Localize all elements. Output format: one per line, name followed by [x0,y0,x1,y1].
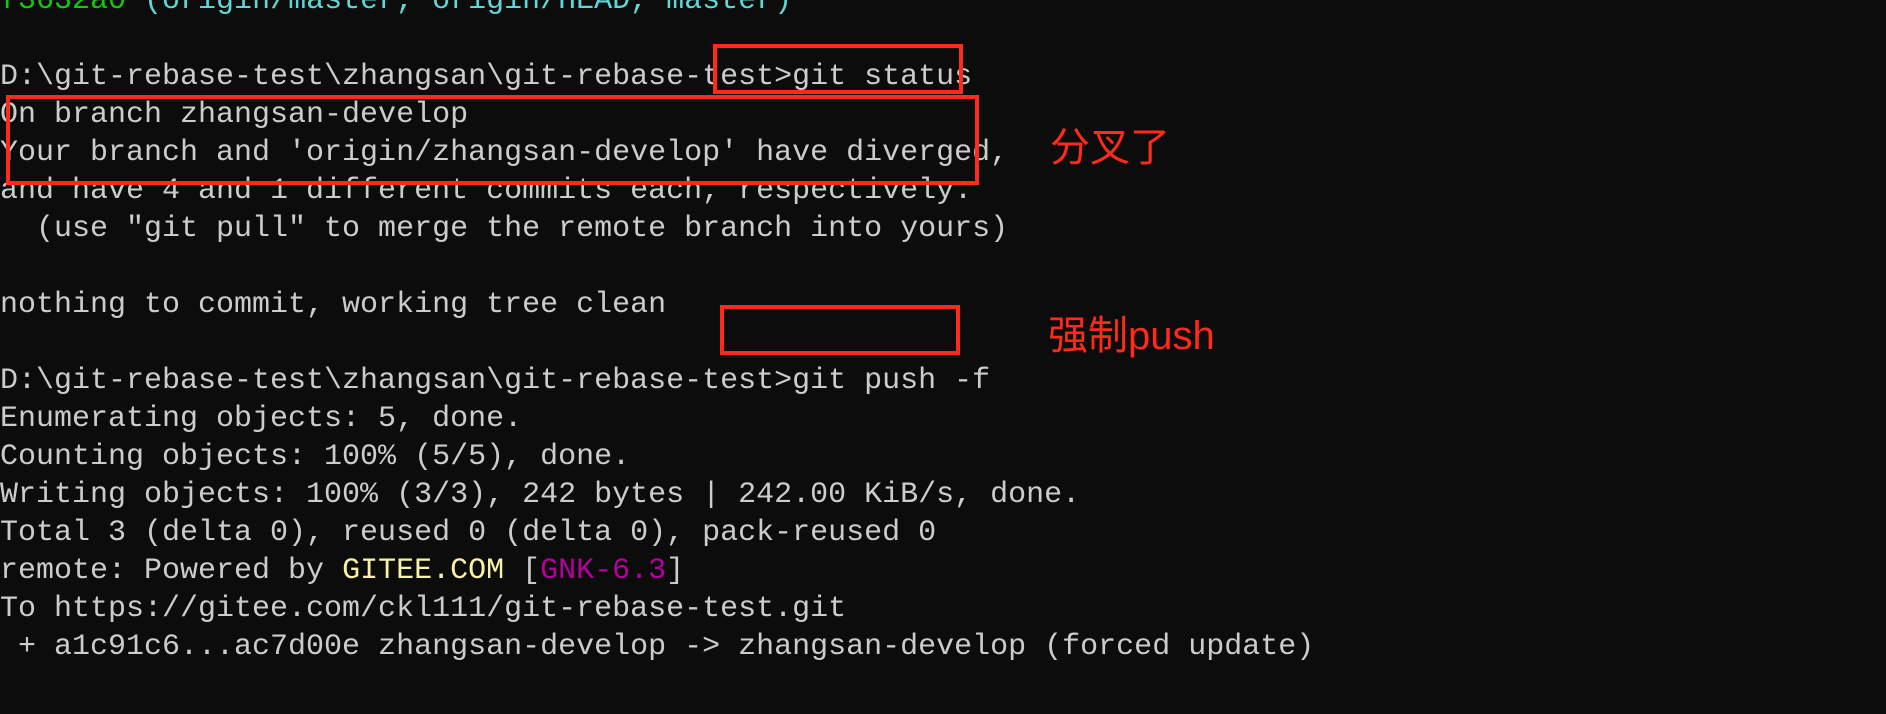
cmd-git-push: git push -f [792,364,990,398]
annotation-box-git-status [713,44,963,94]
annotation-label-fork: 分叉了 [1050,128,1170,168]
annotation-box-git-push [720,305,960,355]
commit-hash: f3632a0 [0,0,126,18]
bracket-l: [ [504,554,540,588]
push-total: Total 3 (delta 0), reused 0 (delta 0), p… [0,516,936,550]
push-enum: Enumerating objects: 5, done. [0,402,522,436]
status-clean: nothing to commit, working tree clean [0,288,666,322]
push-remote-prefix: remote: Powered by [0,554,342,588]
refs: (origin/master, origin/HEAD, master) [144,0,792,18]
push-to: To https://gitee.com/ckl111/git-rebase-t… [0,592,846,626]
push-write: Writing objects: 100% (3/3), 242 bytes |… [0,478,1080,512]
bracket-r: ] [666,554,684,588]
status-hint: (use "git pull" to merge the remote bran… [0,212,1008,246]
annotation-box-diverged [6,95,979,185]
push-result: + a1c91c6...ac7d00e zhangsan-develop -> … [0,630,1314,664]
annotation-label-force-push: 强制push [1048,316,1215,356]
push-remote-site: GITEE.COM [342,554,504,588]
push-count: Counting objects: 100% (5/5), done. [0,440,630,474]
prompt: D:\git-rebase-test\zhangsan\git-rebase-t… [0,364,792,398]
prompt: D:\git-rebase-test\zhangsan\git-rebase-t… [0,60,792,94]
push-remote-ver: GNK-6.3 [540,554,666,588]
